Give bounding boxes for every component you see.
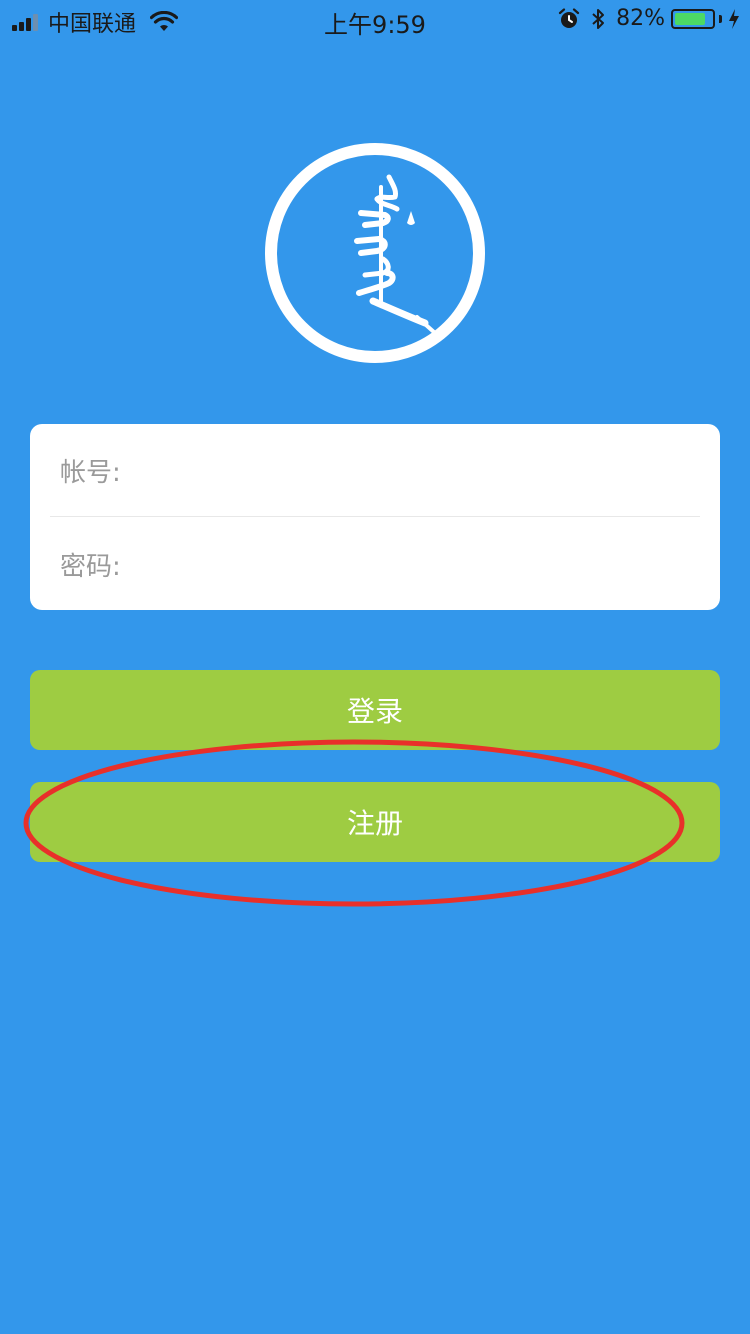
login-button[interactable]: 登录 <box>30 670 720 750</box>
battery-icon <box>671 8 715 29</box>
battery-cap <box>719 14 722 23</box>
account-label: 帐号: <box>60 457 121 488</box>
charging-icon <box>729 8 739 29</box>
status-bar-right: 82% <box>558 6 740 31</box>
alarm-icon <box>558 7 580 28</box>
password-label: 密码: <box>60 551 121 582</box>
field-divider <box>50 516 700 517</box>
account-input[interactable] <box>128 439 700 501</box>
battery-percent: 82% <box>616 6 665 31</box>
password-field[interactable]: 密码: <box>60 518 700 610</box>
account-field[interactable]: 帐号: <box>60 424 700 516</box>
password-input[interactable] <box>128 533 700 595</box>
bluetooth-icon <box>592 8 605 29</box>
app-logo <box>265 143 485 363</box>
register-button[interactable]: 注册 <box>30 782 720 862</box>
battery-fill <box>675 12 705 25</box>
status-bar: 中国联通 上午9:59 82% <box>0 0 750 40</box>
login-form-card: 帐号: 密码: <box>30 424 720 610</box>
mongolian-script-logo-icon <box>354 174 437 335</box>
